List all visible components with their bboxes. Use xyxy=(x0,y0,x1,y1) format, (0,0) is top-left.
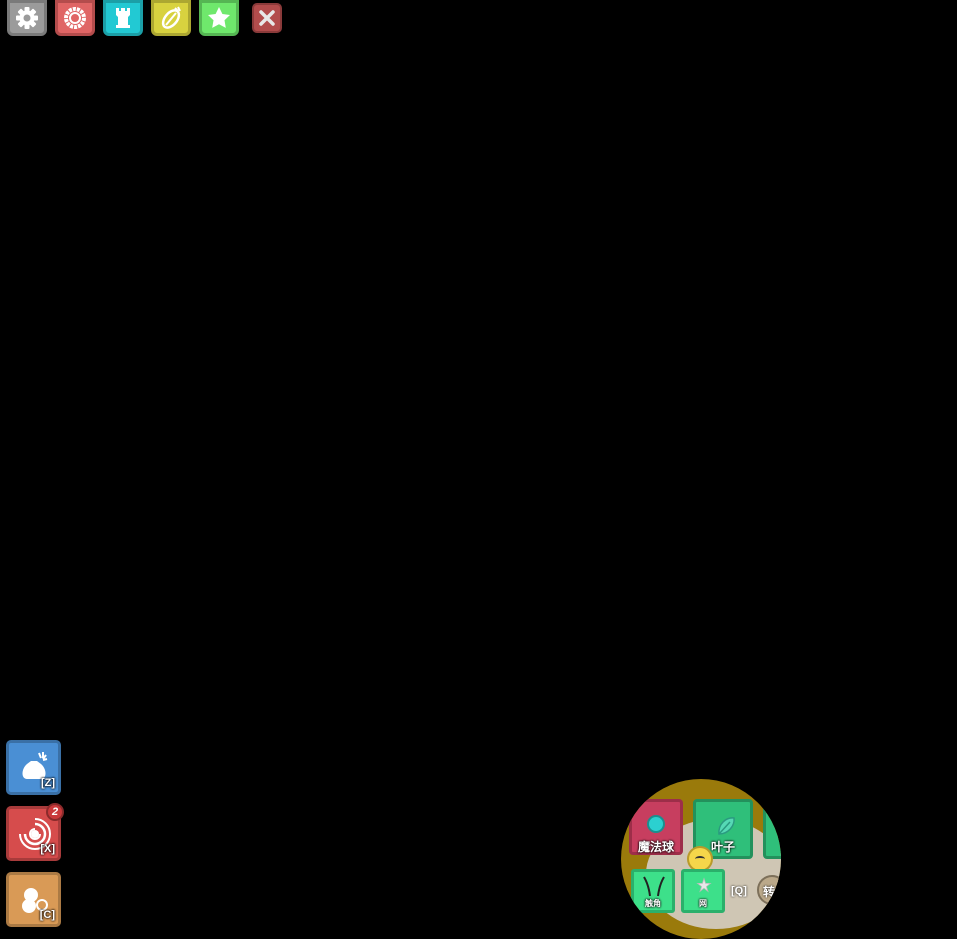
mob-gallery-key-label: [X] xyxy=(40,843,55,855)
star-icon xyxy=(208,7,230,28)
swap-key-label: [Q] xyxy=(731,885,747,897)
leaf-icon xyxy=(718,817,735,835)
slot-magic-orb-label: 魔法球 xyxy=(637,840,674,854)
inventory-key-label: [Z] xyxy=(40,777,55,789)
notification-badge: 2 xyxy=(46,803,64,821)
gear-icon xyxy=(16,7,38,29)
slot-magic-orb[interactable]: 魔法球 xyxy=(629,799,683,855)
minimap: 魔法球 叶子 触角 网 [Q] 转 xyxy=(621,779,781,939)
orb-icon xyxy=(647,815,665,833)
close-icon xyxy=(259,10,275,26)
petals-button[interactable] xyxy=(55,0,95,36)
crafting-button[interactable] xyxy=(151,0,191,36)
slot-antennae-label: 触角 xyxy=(645,899,661,908)
antennae-icon xyxy=(643,876,665,897)
mob-gallery-button[interactable]: [X] 2 xyxy=(6,803,64,861)
bean-icon xyxy=(161,6,181,29)
rook-icon xyxy=(116,8,130,28)
favorites-button[interactable] xyxy=(199,0,239,36)
web-icon xyxy=(696,877,712,893)
craft-button[interactable]: [C] xyxy=(6,872,61,927)
close-button[interactable] xyxy=(252,3,282,33)
inventory-button[interactable]: [Z] xyxy=(6,740,61,795)
slot-antennae[interactable]: 触角 xyxy=(631,869,675,913)
swap-label: 转 xyxy=(763,885,776,899)
tower-button[interactable] xyxy=(103,0,143,36)
slot-web[interactable]: 网 xyxy=(681,869,725,913)
ring-icon xyxy=(64,7,86,29)
slot-extra[interactable] xyxy=(763,799,781,859)
swap-button[interactable]: 转 xyxy=(757,875,781,905)
craft-key-label: [C] xyxy=(39,909,55,921)
settings-button[interactable] xyxy=(7,0,47,36)
slot-web-label: 网 xyxy=(699,899,707,908)
